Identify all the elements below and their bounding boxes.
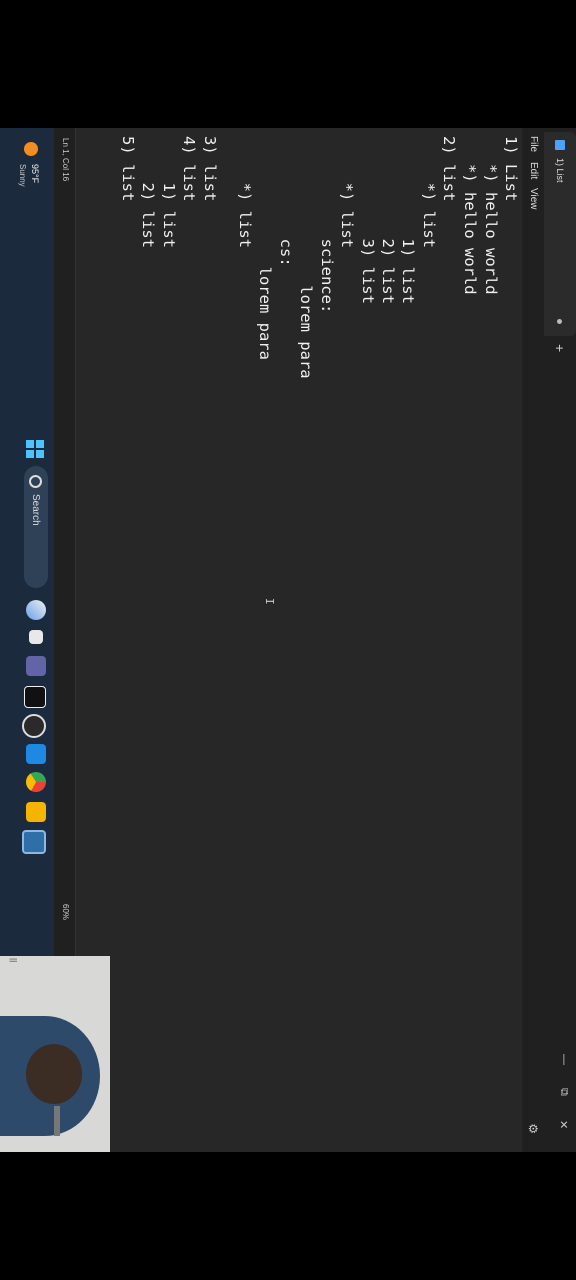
text-editor[interactable]: 1) List *) hello world *) hello world 2)… xyxy=(76,128,522,1152)
taskbar-search[interactable]: Search xyxy=(24,466,48,588)
new-tab-button[interactable]: + xyxy=(552,344,568,352)
tab-active[interactable]: 1) List xyxy=(544,132,576,336)
drag-handle-icon[interactable]: || xyxy=(9,958,18,962)
tab-title: 1) List xyxy=(555,158,565,183)
menu-bar: File Edit View ⚙ xyxy=(522,128,544,1152)
editor-line: 2) list xyxy=(139,136,157,248)
capcut-icon[interactable] xyxy=(24,686,46,708)
notepad-icon[interactable] xyxy=(22,830,46,854)
weather-temperature[interactable]: 95°F xyxy=(30,164,40,183)
menu-file[interactable]: File xyxy=(528,136,539,152)
minimize-button[interactable]: — xyxy=(558,1054,570,1065)
editor-line: 2) list xyxy=(379,136,397,304)
editor-line: lorem para xyxy=(256,136,274,360)
webcam-overlay[interactable]: || xyxy=(0,956,110,1152)
title-bar: 1) List + — ⧉ ✕ xyxy=(544,128,576,1152)
editor-line: 3) list xyxy=(359,136,377,304)
copilot-icon[interactable] xyxy=(26,600,46,620)
editor-line: *) list xyxy=(420,136,438,248)
editor-line: 2) list xyxy=(440,136,458,202)
editor-line: 1) List xyxy=(502,136,520,202)
editor-line: 4) list xyxy=(180,136,198,202)
menu-edit[interactable]: Edit xyxy=(528,162,539,179)
menu-view[interactable]: View xyxy=(528,188,539,210)
editor-line: *) hello world xyxy=(482,136,500,295)
search-label: Search xyxy=(30,494,42,526)
unsaved-dot-icon[interactable] xyxy=(557,319,563,324)
editor-line: *) list xyxy=(338,136,356,248)
editor-line: 3) list xyxy=(201,136,219,202)
maximize-button[interactable]: ⧉ xyxy=(557,1088,570,1096)
chrome-icon[interactable] xyxy=(26,772,46,792)
text-cursor-icon: I xyxy=(263,598,276,605)
editor-line: *) hello world xyxy=(461,136,479,295)
teams-icon[interactable] xyxy=(26,656,46,676)
editor-line: 5) list xyxy=(119,136,137,202)
search-icon xyxy=(29,475,43,488)
gear-icon[interactable]: ⚙ xyxy=(526,1123,540,1134)
file-explorer-icon[interactable] xyxy=(26,802,46,822)
cursor-position: Ln 1, Col 16 xyxy=(61,138,70,182)
zoom-level[interactable]: 60% xyxy=(61,904,70,920)
editor-line: 1) list xyxy=(160,136,178,248)
close-button[interactable]: ✕ xyxy=(557,1120,570,1129)
editor-line: *) list xyxy=(236,136,254,248)
start-icon[interactable] xyxy=(26,440,44,458)
vscode-icon[interactable] xyxy=(26,744,46,764)
editor-line: cs: xyxy=(277,136,295,267)
weather-condition[interactable]: Sunny xyxy=(18,164,27,187)
screen: 1) List + — ⧉ ✕ File Edit View ⚙ 1) List… xyxy=(0,128,576,1152)
editor-line: 1) list xyxy=(399,136,417,304)
notepad-app-icon xyxy=(555,140,565,150)
clock-icon[interactable] xyxy=(22,714,46,738)
task-view-icon[interactable] xyxy=(29,630,43,644)
webcam-head xyxy=(26,1044,82,1104)
editor-line: lorem para xyxy=(297,136,315,379)
sun-icon[interactable] xyxy=(24,142,38,156)
desktop: 1) List + — ⧉ ✕ File Edit View ⚙ 1) List… xyxy=(0,128,576,1152)
microphone-icon xyxy=(54,1106,60,1136)
editor-line: science: xyxy=(318,136,336,314)
